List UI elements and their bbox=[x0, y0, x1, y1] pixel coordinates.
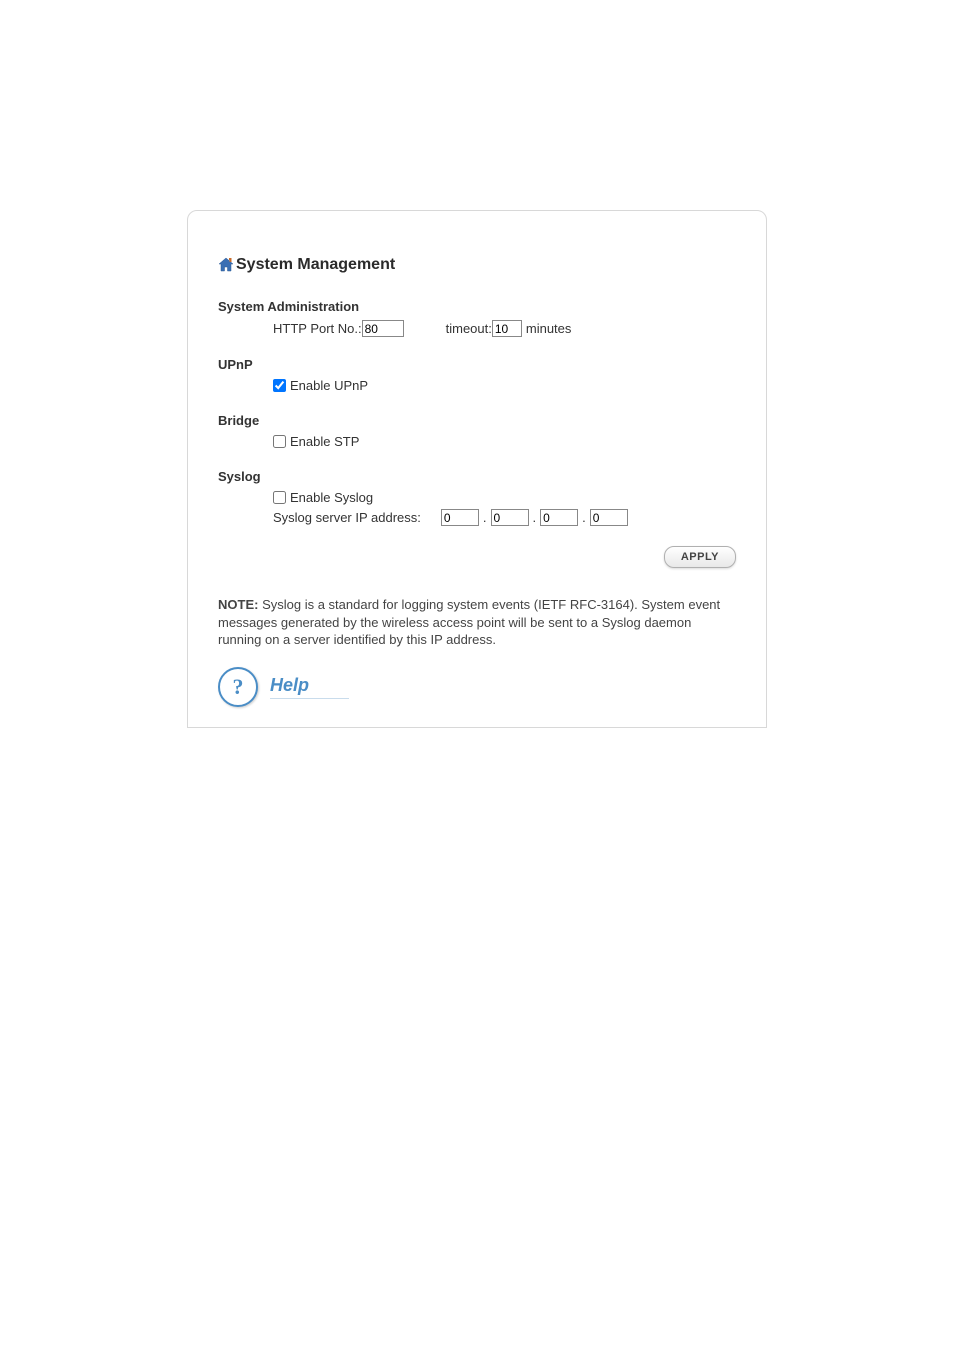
ip-dot: . bbox=[533, 510, 537, 525]
http-port-label: HTTP Port No.: bbox=[273, 321, 362, 336]
ip-dot: . bbox=[483, 510, 487, 525]
page-title-row: System Management bbox=[218, 256, 736, 274]
apply-button[interactable]: APPLY bbox=[664, 546, 736, 568]
section-sysadmin-heading: System Administration bbox=[218, 299, 736, 314]
upnp-enable-checkbox[interactable] bbox=[273, 379, 286, 392]
stp-enable-checkbox[interactable] bbox=[273, 435, 286, 448]
syslog-ip-a[interactable] bbox=[441, 509, 479, 526]
timeout-unit: minutes bbox=[526, 321, 572, 336]
syslog-ip-c[interactable] bbox=[540, 509, 578, 526]
page-title: System Management bbox=[236, 256, 395, 274]
syslog-ip-row: Syslog server IP address: . . . bbox=[273, 509, 736, 526]
note-prefix: NOTE: bbox=[218, 597, 258, 612]
section-upnp-heading: UPnP bbox=[218, 357, 736, 372]
syslog-enable-checkbox[interactable] bbox=[273, 491, 286, 504]
syslog-enable-row: Enable Syslog bbox=[273, 490, 736, 505]
help-icon: ? bbox=[218, 667, 258, 707]
settings-panel: System Management System Administration … bbox=[187, 210, 767, 728]
syslog-ip-b[interactable] bbox=[491, 509, 529, 526]
syslog-server-label: Syslog server IP address: bbox=[273, 510, 421, 525]
section-syslog-heading: Syslog bbox=[218, 469, 736, 484]
timeout-label: timeout: bbox=[446, 321, 492, 336]
bridge-row: Enable STP bbox=[273, 434, 736, 449]
syslog-ip-d[interactable] bbox=[590, 509, 628, 526]
upnp-enable-label: Enable UPnP bbox=[290, 378, 368, 393]
ip-dot: . bbox=[582, 510, 586, 525]
help-label: Help bbox=[270, 675, 349, 699]
timeout-input[interactable] bbox=[492, 320, 522, 337]
note-text: NOTE: Syslog is a standard for logging s… bbox=[218, 596, 736, 649]
home-icon bbox=[218, 257, 234, 273]
help-row[interactable]: ? Help bbox=[218, 667, 736, 707]
syslog-enable-label: Enable Syslog bbox=[290, 490, 373, 505]
stp-enable-label: Enable STP bbox=[290, 434, 359, 449]
sysadmin-row: HTTP Port No.: timeout: minutes bbox=[273, 320, 736, 337]
http-port-input[interactable] bbox=[362, 320, 404, 337]
apply-row: APPLY bbox=[218, 546, 736, 568]
upnp-row: Enable UPnP bbox=[273, 378, 736, 393]
note-body: Syslog is a standard for logging system … bbox=[218, 597, 720, 647]
section-bridge-heading: Bridge bbox=[218, 413, 736, 428]
